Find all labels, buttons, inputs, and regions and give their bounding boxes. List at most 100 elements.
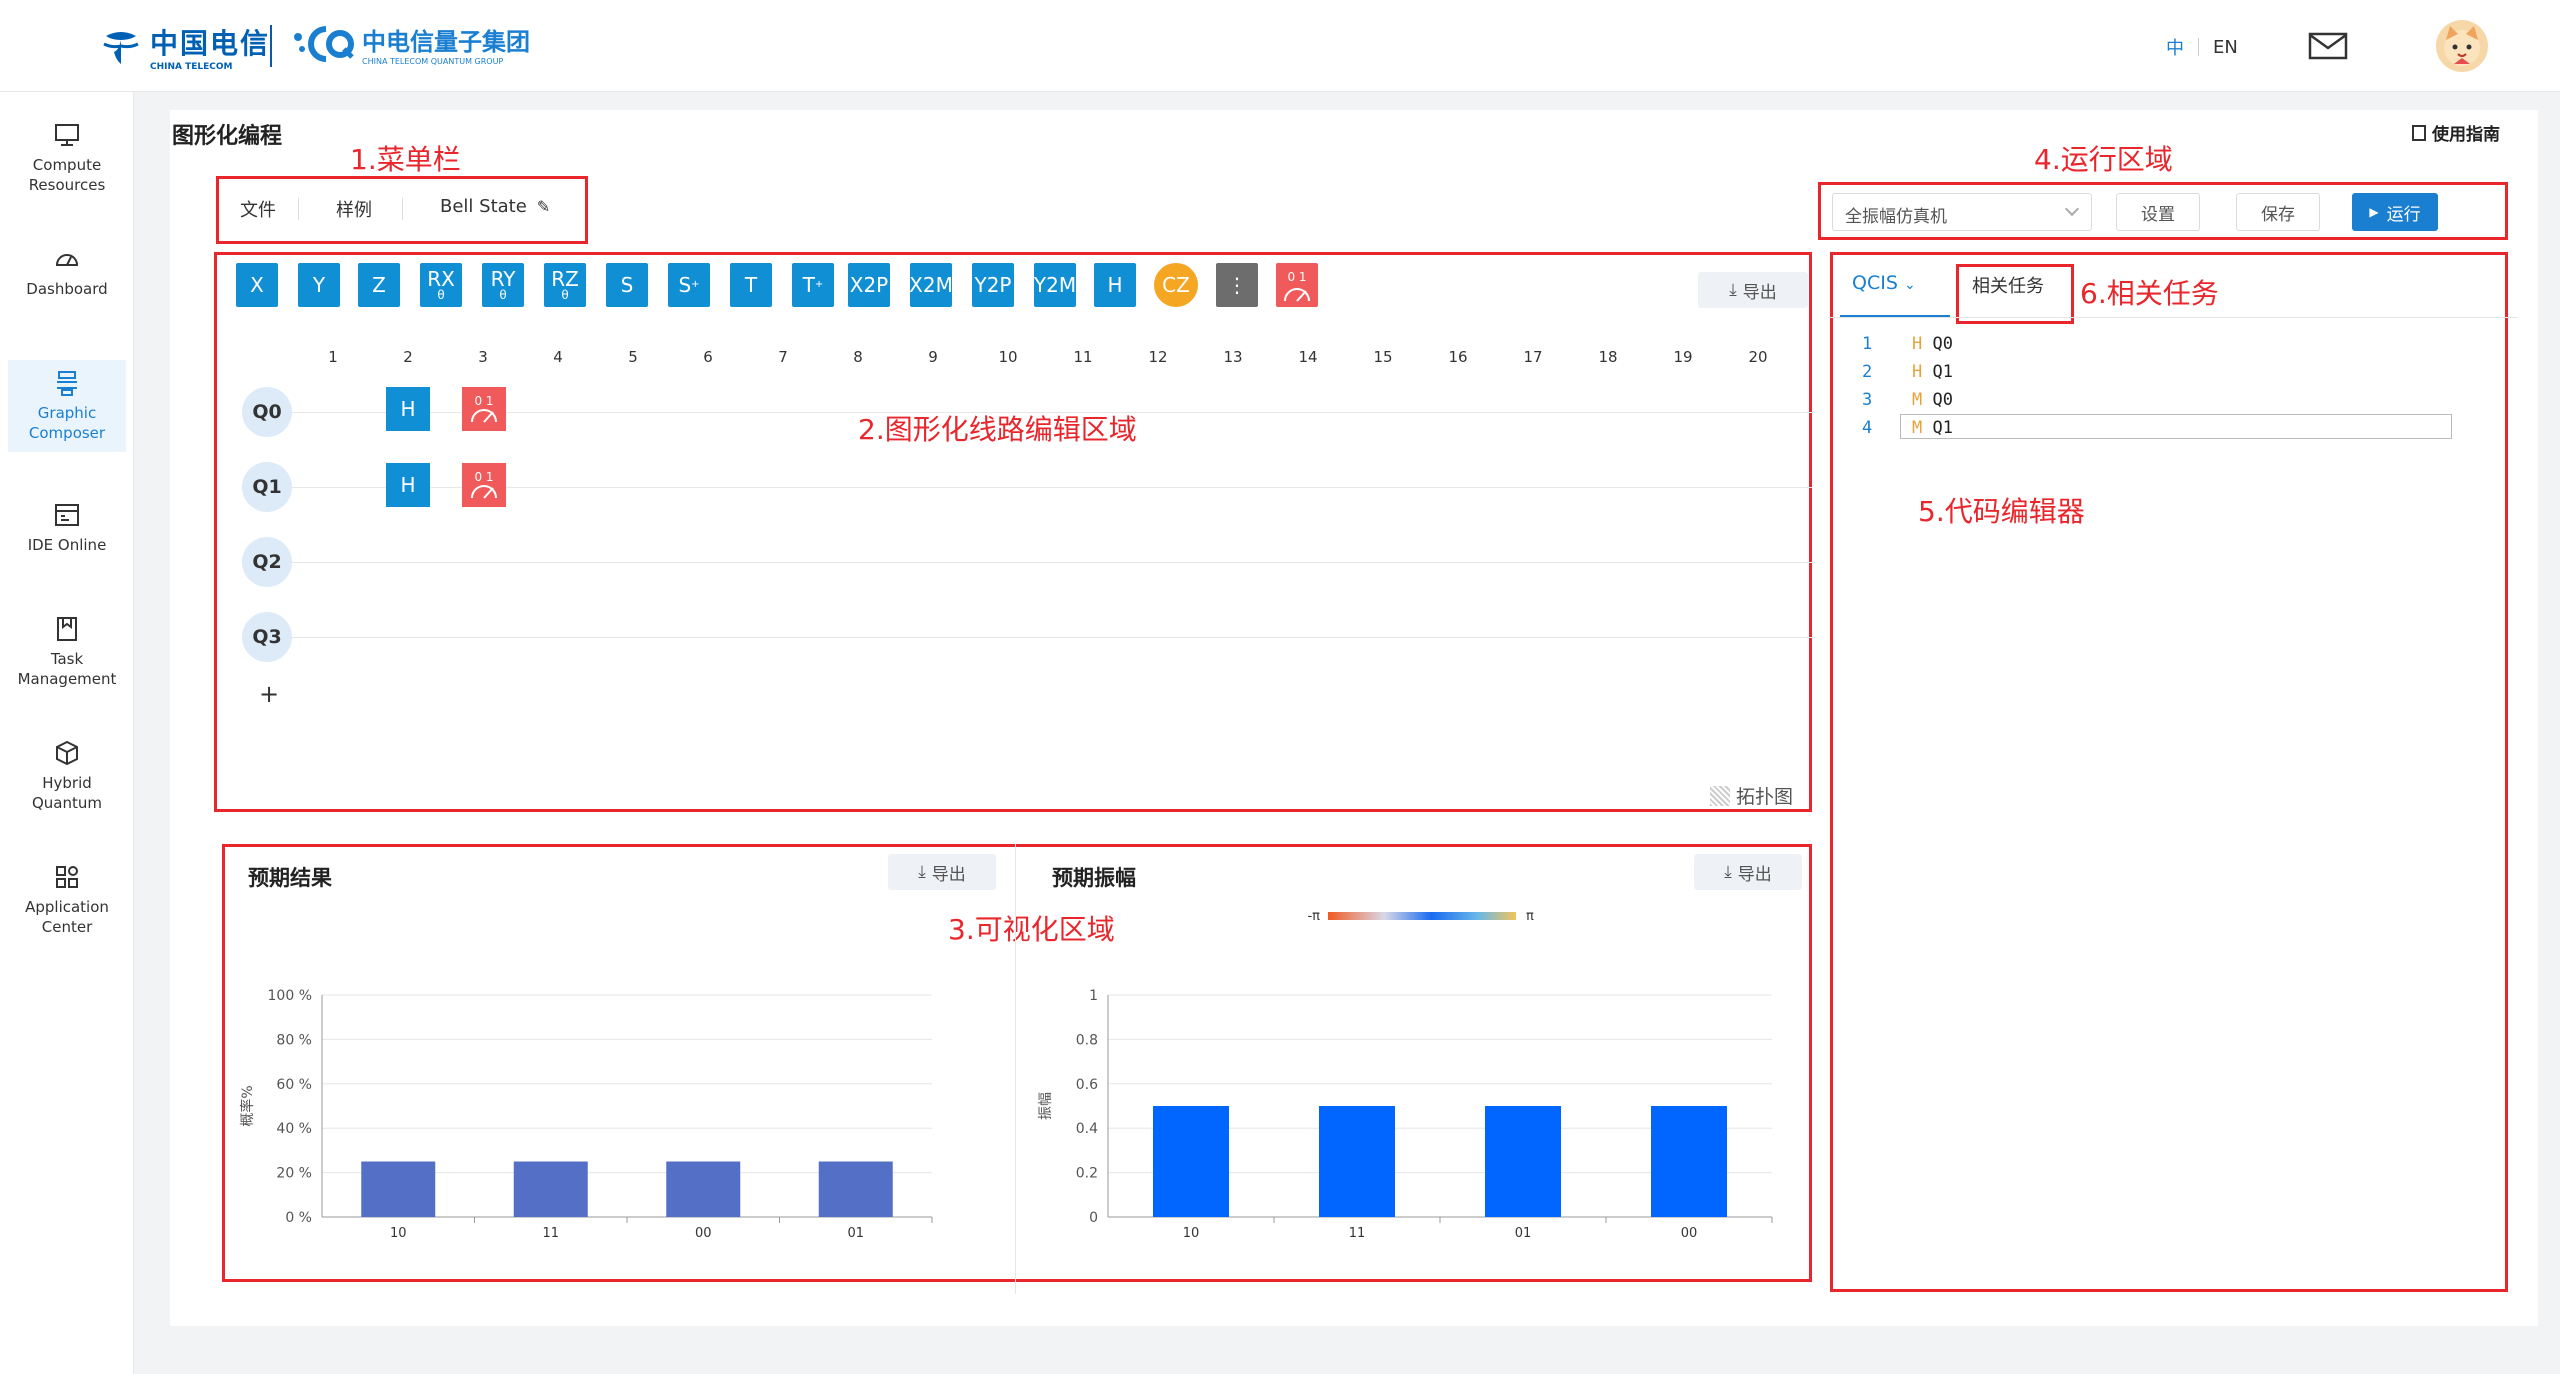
placed-measure-q0[interactable]: 0 1 [462,387,506,431]
gate-15[interactable]: CZ [1154,263,1198,307]
placed-measure-q1[interactable]: 0 1 [462,463,506,507]
sidebar-item-compute-resources[interactable]: Compute Resources [8,110,126,206]
phase-colorbar [1328,912,1516,920]
code-op: H [1912,362,1923,382]
sidebar-item-label: Graphic Composer [28,404,106,442]
gate-3[interactable]: RX θ [420,263,462,307]
qubit-wire[interactable] [292,562,1812,563]
column-number: 17 [1523,348,1543,366]
sidebar-item-hybrid-quantum[interactable]: Hybrid Quantum [8,728,126,824]
avatar[interactable] [2436,20,2488,72]
add-qubit-button[interactable]: + [259,680,279,708]
gate-12[interactable]: Y2P [972,263,1014,307]
gate-param: θ [561,288,569,302]
placed-gate-h-q1[interactable]: H [386,463,430,507]
gate-1[interactable]: Y [298,263,340,307]
settings-button[interactable]: 设置 [2116,193,2200,231]
amplitude-export-button[interactable]: ⤓ 导出 [1694,854,1802,890]
run-label: 运行 [2386,204,2421,225]
sidebar-item-label: Application Center [25,898,109,936]
circuit-export-button[interactable]: ⤓ 导出 [1698,272,1808,308]
download-icon: ⤓ [1729,280,1737,300]
circuit-name[interactable]: Bell State ✎ [440,196,550,217]
save-button[interactable]: 保存 [2236,193,2320,231]
tab-related-tasks[interactable]: 相关任务 [1972,272,2044,298]
gate-16[interactable]: ⋮ [1216,263,1258,307]
tab-qcis[interactable]: QCIS ⌄ [1852,272,1916,294]
line-number: 3 [1862,390,1873,410]
column-number: 20 [1748,348,1768,366]
annotation-label-circuit: 2.图形化线路编辑区域 [858,413,1137,446]
gate-2[interactable]: Z [358,263,400,307]
logo-divider [270,25,272,67]
sidebar-item-ide-online[interactable]: IDE Online [8,480,126,576]
column-number: 7 [778,348,788,366]
gate-11[interactable]: X2M [909,263,953,307]
result-chart-title: 预期结果 [248,866,332,890]
run-button[interactable]: ▶ 运行 [2352,193,2438,231]
gate-label: T [744,273,758,297]
y-tick-label: 0.4 [1076,1121,1098,1137]
column-number: 5 [628,348,638,366]
code-line[interactable]: 1 H Q0 [1862,334,1953,354]
column-number: 16 [1448,348,1468,366]
bar-10 [1153,1106,1229,1217]
lang-zh-button[interactable]: 中 [2166,34,2184,60]
user-guide-link[interactable]: 使用指南 [2412,120,2500,145]
y-tick-label: 100 % [268,988,312,1004]
code-line[interactable]: 2 H Q1 [1862,362,1953,382]
cube-icon [56,740,78,766]
y-tick-label: 0.2 [1076,1166,1098,1182]
sidebar-item-application-center[interactable]: Application Center [8,852,126,948]
sidebar-item-graphic-composer[interactable]: Graphic Composer [8,360,126,452]
gate-label: S [678,273,692,297]
logo-ct-cn: 中国电信 [150,27,271,60]
gate-9[interactable]: T + [792,263,834,307]
qubit-wire[interactable] [292,637,1812,638]
column-number: 6 [703,348,713,366]
code-arg: Q0 [1932,390,1953,410]
logo-ct-en: CHINA TELECOM [150,62,233,72]
result-export-button[interactable]: ⤓ 导出 [888,854,996,890]
gate-6[interactable]: S [606,263,648,307]
gate-10[interactable]: X2P [848,263,890,307]
tab-active-indicator [1840,315,1950,317]
gate-17[interactable]: 0 1 [1276,263,1318,307]
qubit-wire[interactable] [292,487,1812,488]
simulator-select[interactable]: 全振幅仿真机 [1832,193,2092,231]
mail-icon[interactable] [2308,32,2348,60]
qubit-label-0[interactable]: Q0 [242,387,292,437]
gate-5[interactable]: RZ θ [544,263,586,307]
qubit-label-2[interactable]: Q2 [242,537,292,587]
measure-bits: 0 1 [474,470,494,484]
gate-13[interactable]: Y2M [1034,263,1076,307]
gate-14[interactable]: H [1094,263,1136,307]
sidebar-item-task-management[interactable]: Task Management [8,604,126,700]
lang-en-button[interactable]: EN [2213,37,2238,58]
code-line[interactable]: 3 M Q0 [1862,390,1953,410]
menu-examples[interactable]: 样例 [336,196,372,222]
menu-divider [402,198,403,220]
gate-8[interactable]: T [730,263,772,307]
menu-file[interactable]: 文件 [240,196,276,222]
x-tick-label: 01 [1515,1226,1532,1241]
qubit-label-3[interactable]: Q3 [242,612,292,662]
colorbar-min-label: -π [1307,909,1320,924]
qubit-label-1[interactable]: Q1 [242,462,292,512]
qubit-wire[interactable] [292,412,1812,413]
gate-param: θ [499,288,507,302]
gate-7[interactable]: S + [668,263,710,307]
result-probability-chart: 0 % 20 % 40 % 60 % 80 % 100 % 概率% 10 11 00 01 [239,988,933,1241]
sidebar-item-dashboard[interactable]: Dashboard [8,224,126,320]
gate-4[interactable]: RY θ [482,263,524,307]
gate-0[interactable]: X [236,263,278,307]
column-number: 13 [1223,348,1243,366]
simulator-value: 全振幅仿真机 [1845,207,1947,227]
placed-gate-h-q0[interactable]: H [386,387,430,431]
column-number: 12 [1148,348,1168,366]
column-number: 15 [1373,348,1393,366]
quantum-group-logo[interactable]: 中电信量子集团 CHINA TELECOM QUANTUM GROUP [288,22,530,66]
edit-pencil-icon[interactable]: ✎ [537,197,550,216]
topology-button[interactable]: 拓扑图 [1710,782,1793,809]
china-telecom-logo[interactable]: 中国电信 CHINA TELECOM [100,22,270,72]
